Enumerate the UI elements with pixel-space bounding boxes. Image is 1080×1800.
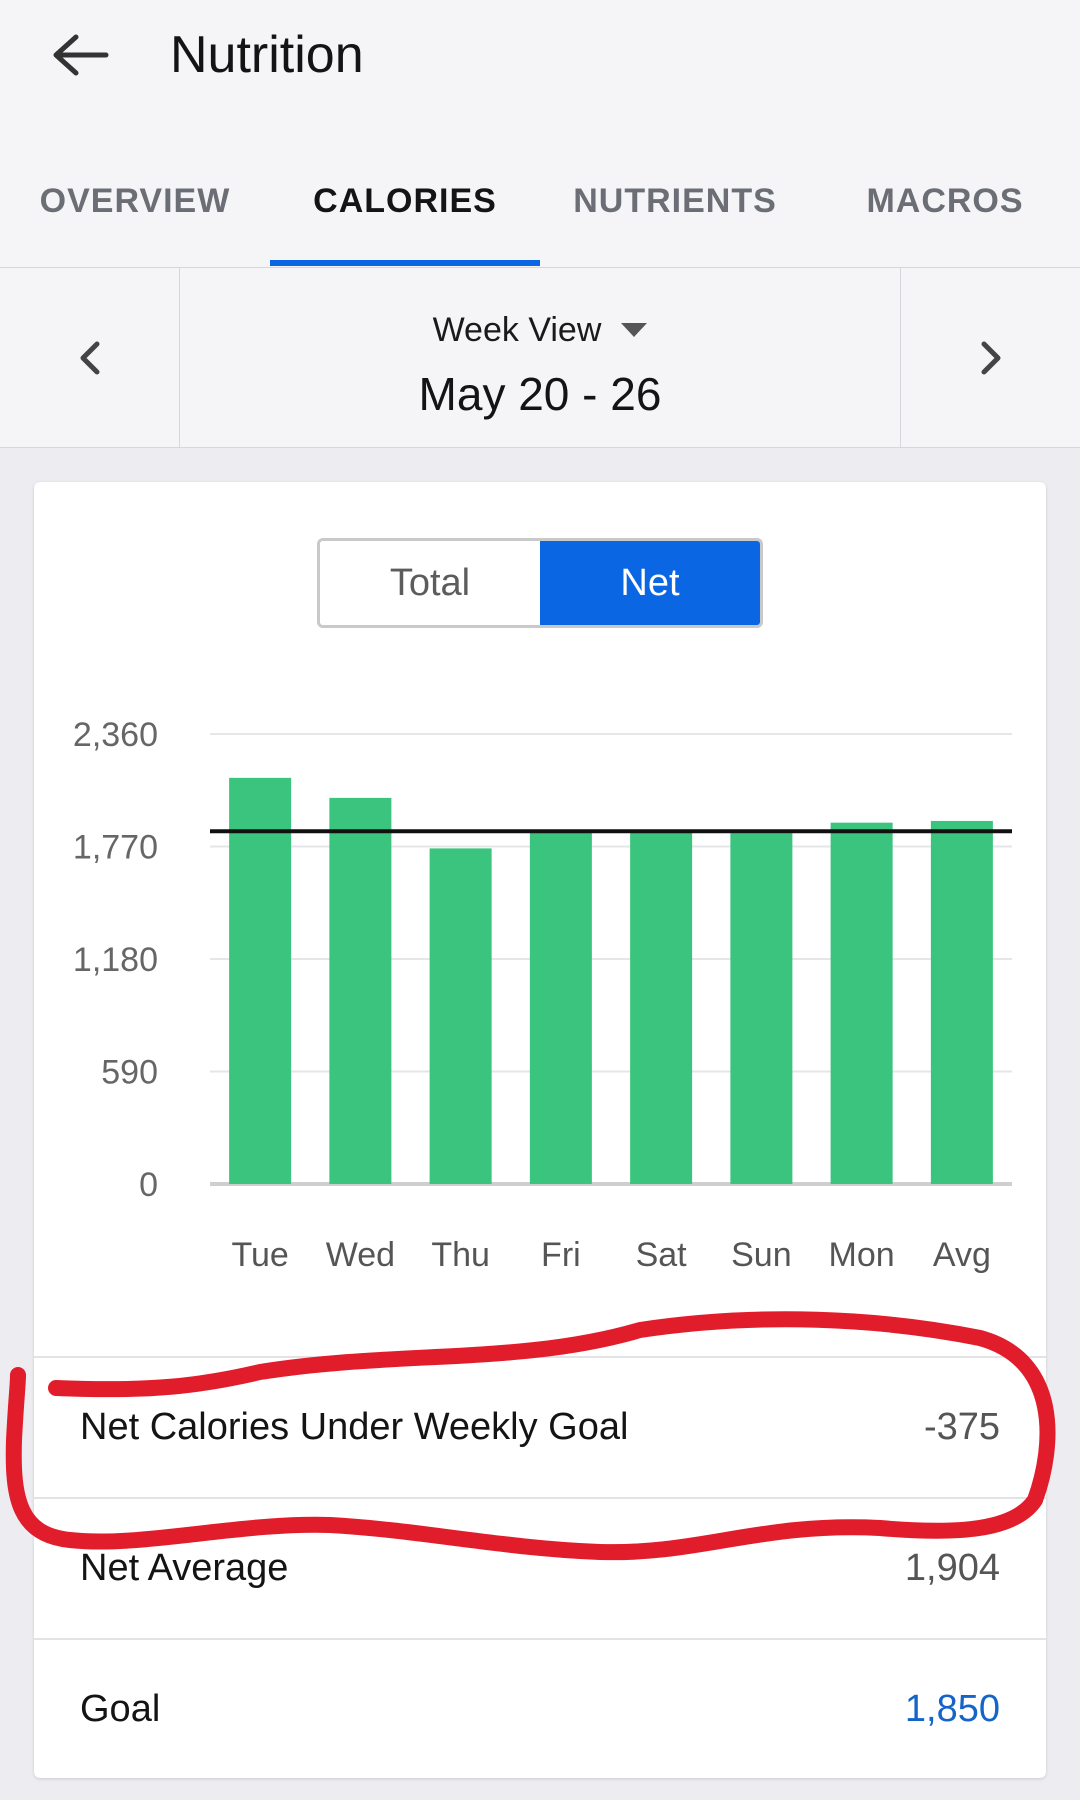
bar <box>930 820 993 1184</box>
bar <box>630 832 693 1184</box>
x-tick-label: Avg <box>933 1236 991 1274</box>
under-goal-label: Net Calories Under Weekly Goal <box>80 1406 629 1448</box>
page-title: Nutrition <box>170 26 364 84</box>
bar <box>329 797 392 1184</box>
week-navigator: Week View May 20 - 26 <box>0 268 1080 448</box>
active-tab-indicator <box>270 260 540 266</box>
bar <box>429 848 492 1184</box>
chevron-left-icon <box>80 341 99 375</box>
net-average-label: Net Average <box>80 1547 289 1589</box>
y-tick-label: 590 <box>101 1054 158 1092</box>
week-selector: Week View May 20 - 26 <box>181 268 899 448</box>
total-toggle-button[interactable]: Total <box>320 541 540 625</box>
x-tick-label: Thu <box>431 1236 490 1274</box>
net-average-value: 1,904 <box>904 1547 1000 1589</box>
app-header: Nutrition OVERVIEW CALORIES NUTRIENTS MA… <box>0 0 1080 268</box>
calories-card: Total Net 0 590 1,180 1,770 2,360 Tue Wed Thu Fr… <box>34 482 1046 1778</box>
total-net-toggle: Total Net <box>317 538 763 628</box>
under-goal-value: -375 <box>923 1406 1000 1448</box>
bar <box>830 822 893 1184</box>
next-week-button[interactable] <box>900 268 1080 448</box>
y-tick-label: 2,360 <box>73 716 158 754</box>
y-tick-label: 1,180 <box>73 941 158 979</box>
previous-week-button[interactable] <box>0 268 180 448</box>
bar <box>229 777 292 1184</box>
x-tick-label: Mon <box>829 1236 895 1274</box>
net-toggle-button[interactable]: Net <box>540 541 760 625</box>
bar <box>730 833 793 1184</box>
tab-bar: OVERVIEW CALORIES NUTRIENTS MACROS <box>0 160 1080 268</box>
y-tick-label: 1,770 <box>73 829 158 867</box>
net-calories-bar-chart: 0 590 1,180 1,770 2,360 Tue Wed Thu Fri Sat Sun Mon… <box>73 716 1012 1274</box>
x-tick-label: Tue <box>231 1236 288 1274</box>
under-goal-row: Net Calories Under Weekly Goal -375 <box>34 1356 1046 1497</box>
x-tick-label: Fri <box>541 1236 581 1274</box>
x-tick-label: Sun <box>731 1236 792 1274</box>
week-view-dropdown[interactable]: Week View <box>181 308 899 352</box>
tab-overview[interactable]: OVERVIEW <box>0 160 270 268</box>
bar <box>529 832 592 1184</box>
back-button[interactable] <box>40 22 120 88</box>
chevron-right-icon <box>981 341 1000 375</box>
x-tick-label: Wed <box>326 1236 395 1274</box>
week-view-label: Week View <box>432 310 602 349</box>
net-average-row: Net Average 1,904 <box>34 1497 1046 1638</box>
caret-down-icon <box>621 323 648 337</box>
tab-macros[interactable]: MACROS <box>810 160 1080 268</box>
y-tick-label: 0 <box>139 1166 158 1204</box>
goal-label: Goal <box>80 1688 161 1730</box>
week-range: May 20 - 26 <box>418 368 662 420</box>
goal-row[interactable]: Goal 1,850 <box>34 1638 1046 1778</box>
goal-value[interactable]: 1,850 <box>905 1688 1000 1731</box>
tab-nutrients[interactable]: NUTRIENTS <box>540 160 810 268</box>
x-tick-label: Sat <box>636 1236 688 1274</box>
tab-calories[interactable]: CALORIES <box>270 160 540 268</box>
arrow-left-icon <box>53 34 109 76</box>
